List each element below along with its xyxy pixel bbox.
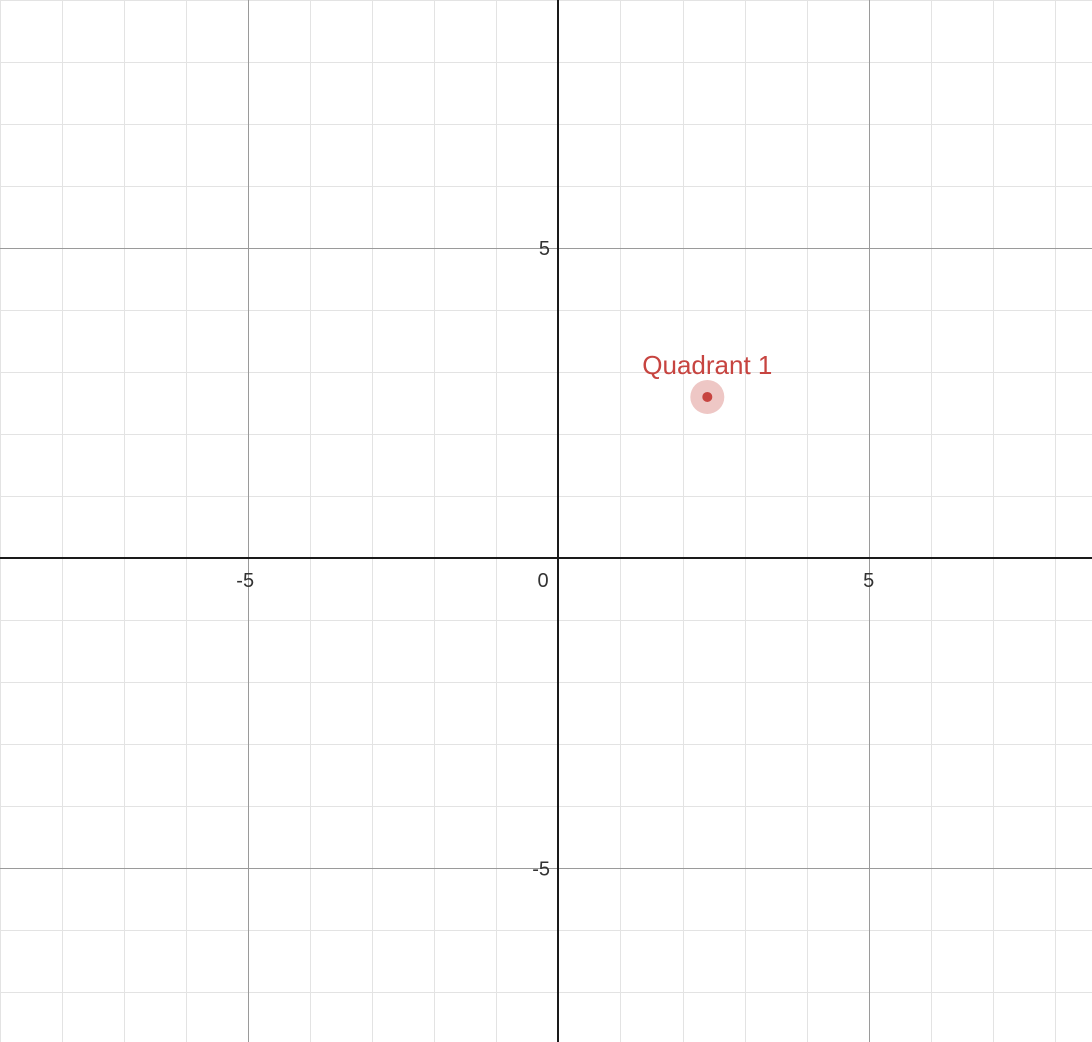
point-label: Quadrant 1 — [642, 350, 772, 380]
x-tick-label: -5 — [236, 570, 254, 592]
axes — [0, 0, 1092, 1042]
y-tick-label: 5 — [539, 238, 550, 260]
x-tick-label: 5 — [863, 570, 874, 592]
graph-canvas[interactable]: -5 5 5 -5 0 Quadrant 1 — [0, 0, 1092, 1042]
origin-label: 0 — [537, 570, 548, 592]
point-marker[interactable] — [702, 391, 713, 402]
points-layer: Quadrant 1 — [642, 350, 772, 414]
y-tick-label: -5 — [532, 858, 550, 880]
minor-gridlines — [0, 0, 1092, 1042]
tick-labels: -5 5 5 -5 0 — [236, 238, 874, 880]
major-gridlines — [0, 0, 1092, 1042]
